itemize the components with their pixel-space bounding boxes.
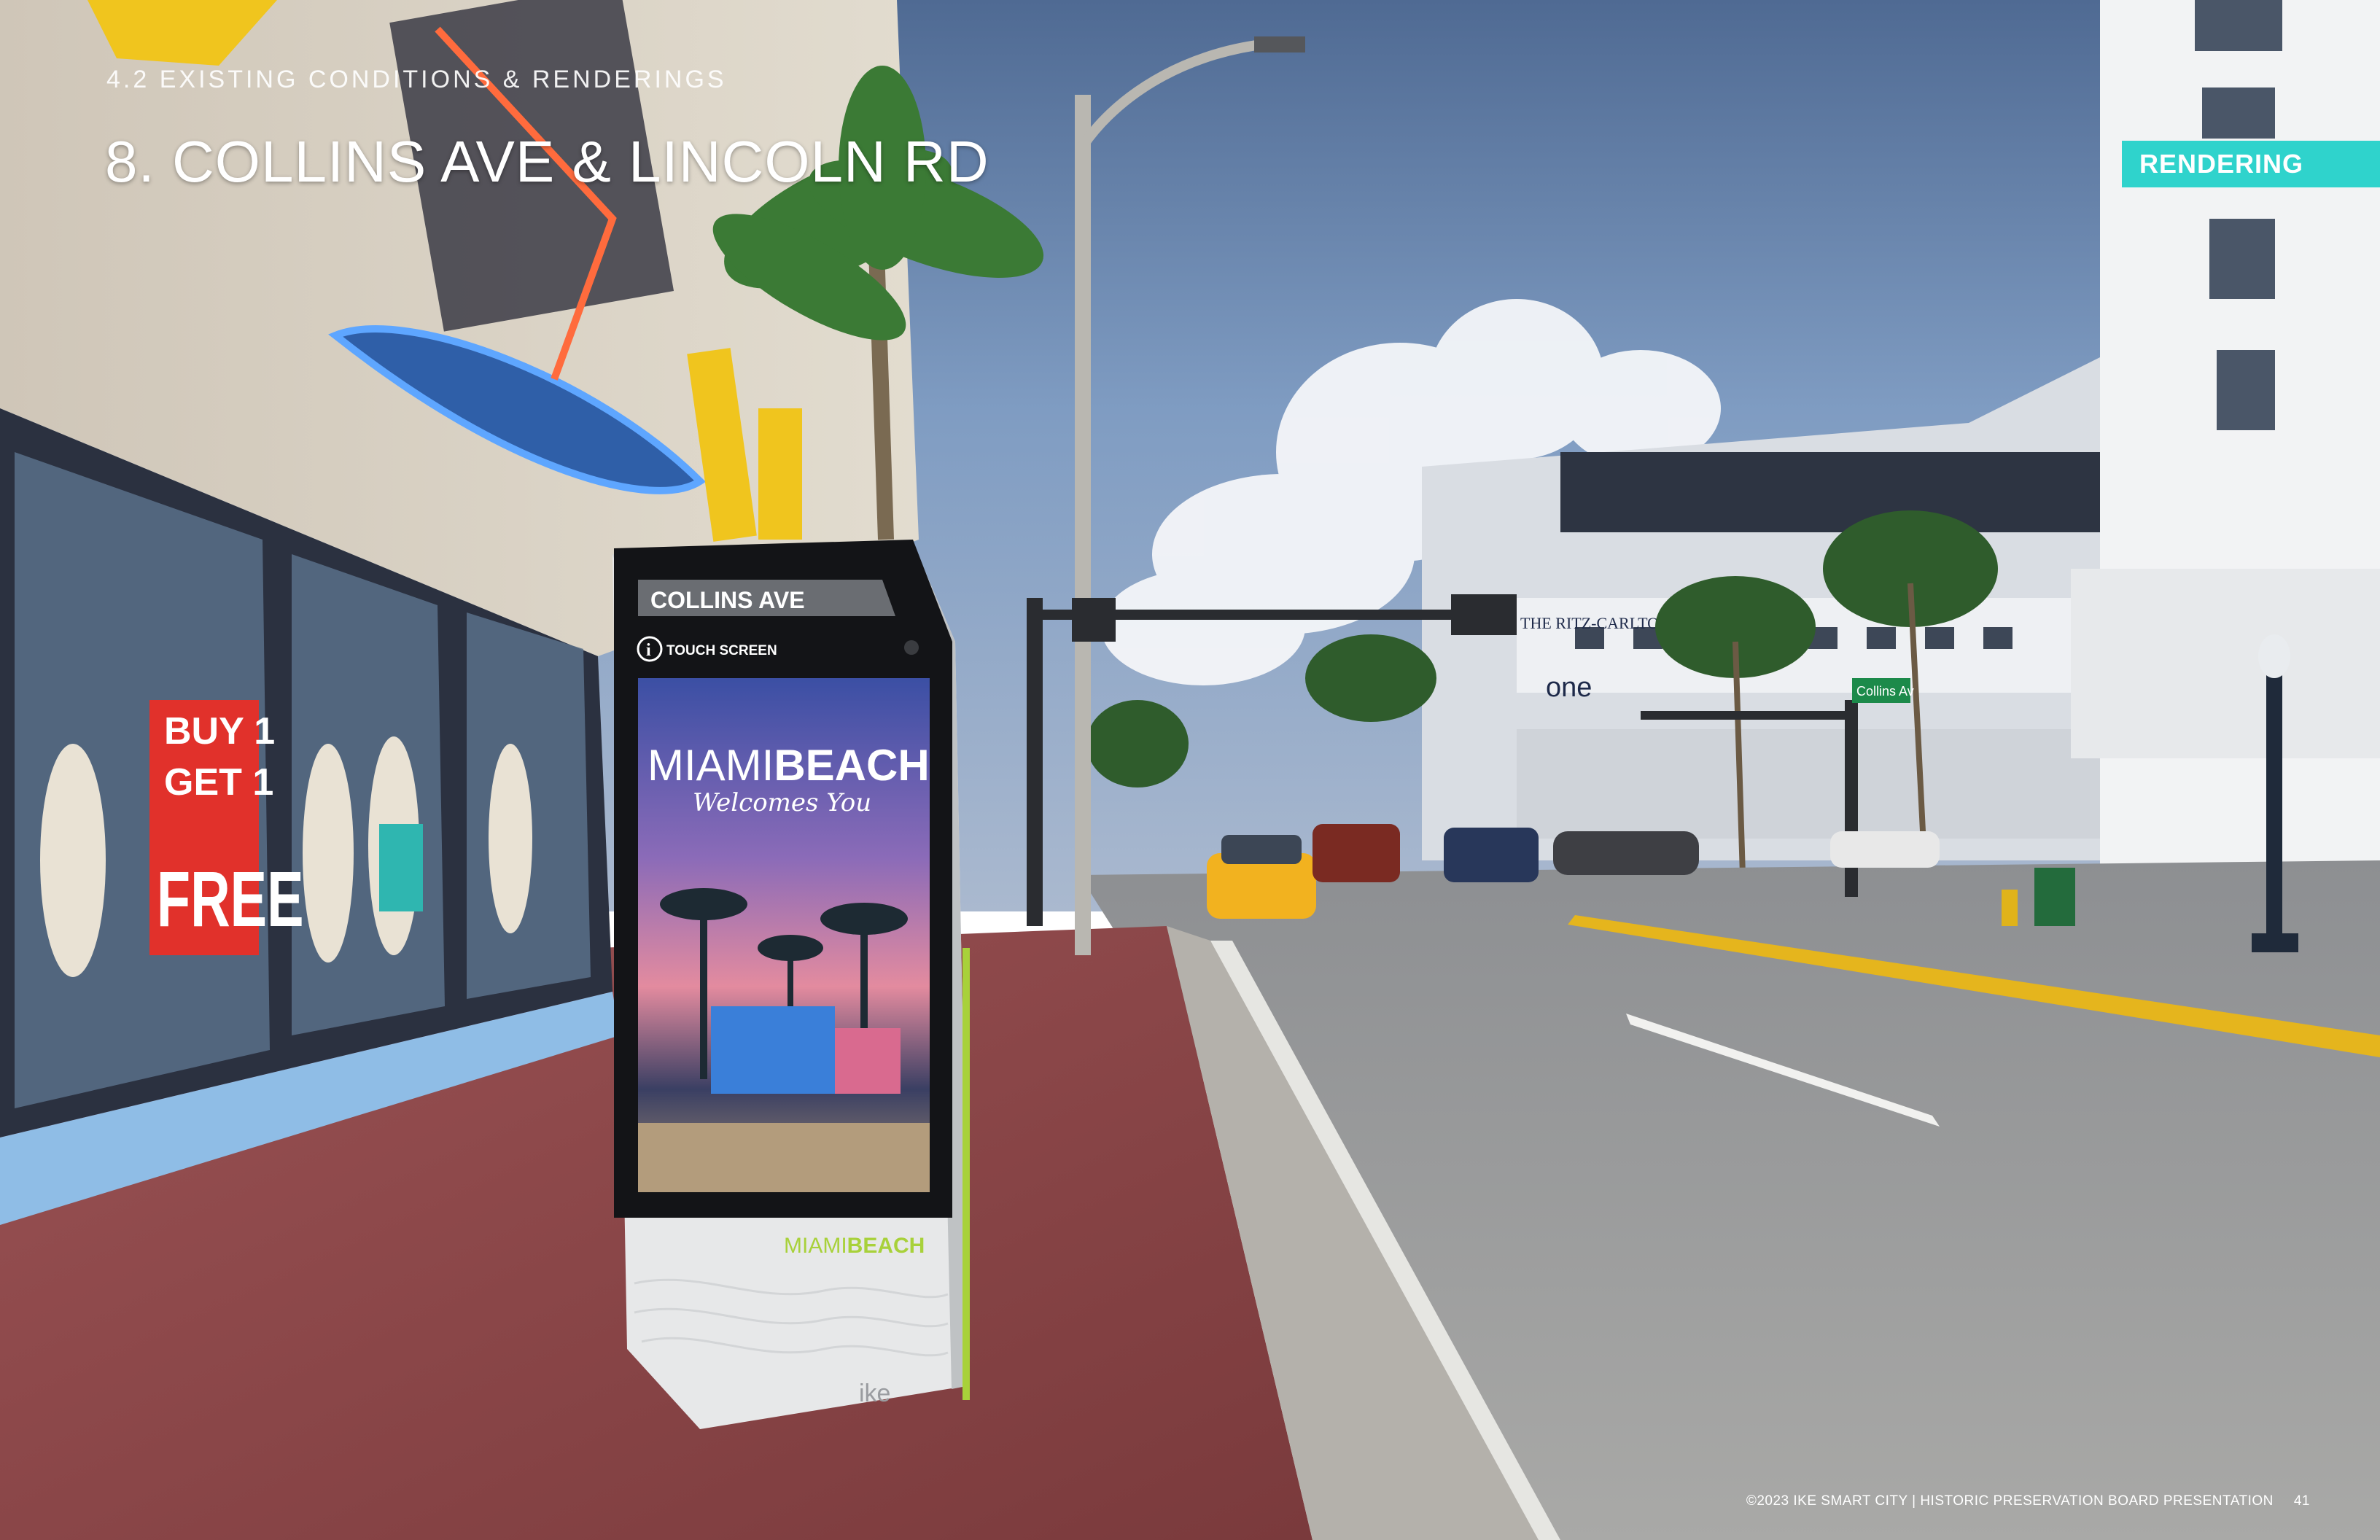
svg-text:GET 1: GET 1	[164, 761, 273, 804]
svg-text:BUY 1: BUY 1	[164, 710, 275, 752]
footer-text: ©2023 IKE SMART CITY | HISTORIC PRESERVA…	[1746, 1493, 2274, 1509]
svg-text:i: i	[646, 641, 651, 660]
svg-text:one: one	[1546, 672, 1592, 703]
svg-text:Collins Av: Collins Av	[1856, 684, 1914, 699]
svg-text:FREE: FREE	[157, 855, 304, 943]
footer: ©2023 IKE SMART CITY | HISTORIC PRESERVA…	[1746, 1493, 2310, 1509]
svg-text:ike: ike	[859, 1380, 890, 1407]
page-title: 8. COLLINS AVE & LINCOLN RD	[105, 129, 989, 194]
svg-text:MIAMIBEACH: MIAMIBEACH	[648, 741, 930, 790]
svg-text:COLLINS AVE: COLLINS AVE	[650, 587, 805, 613]
svg-text:THE RITZ-CARLTON: THE RITZ-CARLTON	[1520, 614, 1671, 632]
svg-text:MIAMIBEACH: MIAMIBEACH	[784, 1234, 925, 1258]
svg-text:Welcomes You: Welcomes You	[693, 788, 871, 817]
smart-kiosk: COLLINS AVE i TOUCH SCREEN MIAMIBEACH We…	[612, 540, 970, 1429]
section-label: 4.2 EXISTING CONDITIONS & RENDERINGS	[106, 66, 727, 93]
svg-text:TOUCH SCREEN: TOUCH SCREEN	[666, 643, 777, 658]
street-scene-photo: THE RITZ-CARLTON one BUY 1 GET 1 FREE Co…	[0, 0, 2380, 1540]
page-number: 41	[2293, 1493, 2310, 1509]
rendering-badge: RENDERING	[2122, 141, 2380, 187]
